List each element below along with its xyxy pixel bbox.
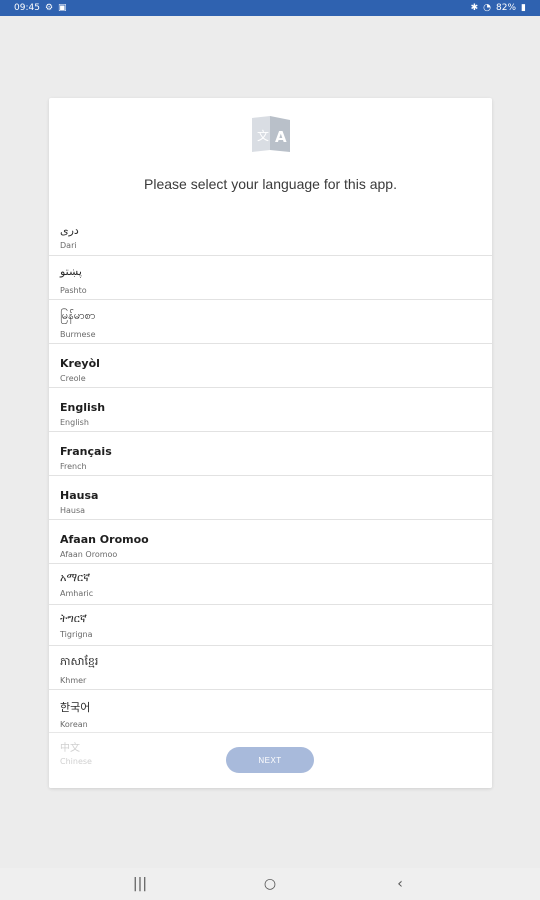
native-name: 한국어 — [60, 701, 91, 714]
language-item-hausa[interactable]: Hausa Hausa — [49, 476, 492, 520]
english-name: Afaan Oromoo — [60, 550, 118, 559]
wifi-icon: ◔ — [483, 3, 492, 13]
battery-level: 82% — [496, 3, 517, 13]
language-item-pashto[interactable]: پښتو Pashto — [49, 256, 492, 300]
english-name: Hausa — [60, 506, 86, 515]
language-item-english[interactable]: English English — [49, 388, 492, 432]
partial-language-english: Chinese — [60, 757, 92, 766]
back-icon[interactable]: ‹ — [390, 874, 410, 894]
native-name: Français — [60, 445, 112, 458]
language-list[interactable]: دری Dari پښتو Pashto မြန်မာစာ Burmese Kr… — [49, 218, 492, 732]
status-bar: 09:45 ⚙ ▣ ✱ ◔ 82% ▮ — [0, 0, 540, 16]
native-name: Hausa — [60, 489, 99, 502]
native-name: Kreyòl — [60, 357, 100, 370]
dialog-footer: 中文 Chinese NEXT — [49, 732, 492, 788]
english-name: Amharic — [60, 589, 94, 598]
recent-apps-icon[interactable]: ||| — [130, 874, 150, 894]
settings-icon: ⚙ — [44, 3, 54, 13]
native-name: دری — [60, 224, 79, 237]
language-item-korean[interactable]: 한국어 Korean — [49, 690, 492, 732]
translate-icon: 文 A — [252, 116, 290, 152]
english-name: French — [60, 462, 87, 471]
english-name: Korean — [60, 720, 88, 729]
english-name: Pashto — [60, 286, 87, 295]
native-name: မြန်မာစာ — [60, 309, 96, 322]
partial-language-native: 中文 — [60, 743, 80, 754]
language-item-burmese[interactable]: မြန်မာစာ Burmese — [49, 300, 492, 344]
svg-text:文: 文 — [257, 128, 269, 143]
language-item-amharic[interactable]: አማርኛ Amharic — [49, 564, 492, 605]
battery-icon: ▮ — [521, 3, 526, 13]
english-name: Khmer — [60, 676, 87, 685]
bluetooth-icon: ✱ — [470, 3, 479, 13]
native-name: English — [60, 401, 106, 414]
next-button[interactable]: NEXT — [226, 747, 314, 773]
english-name: Dari — [60, 241, 77, 250]
language-dialog: 文 A Please select your language for this… — [49, 98, 492, 788]
status-time: 09:45 — [14, 3, 40, 13]
native-name: ភាសាខ្មែរ — [60, 655, 99, 668]
system-nav-bar: ||| ○ ‹ — [0, 868, 540, 900]
native-name: ትግርኛ — [60, 612, 87, 625]
language-item-tigrigna[interactable]: ትግርኛ Tigrigna — [49, 605, 492, 646]
native-name: Afaan Oromoo — [60, 533, 149, 546]
prompt-text: Please select your language for this app… — [144, 176, 397, 192]
native-name: አማርኛ — [60, 571, 91, 584]
language-item-french[interactable]: Français French — [49, 432, 492, 476]
language-item-dari[interactable]: دری Dari — [49, 218, 492, 256]
home-icon[interactable]: ○ — [260, 874, 280, 894]
english-name: Burmese — [60, 330, 96, 339]
svg-text:A: A — [275, 128, 287, 146]
english-name: English — [60, 418, 89, 427]
language-item-khmer[interactable]: ភាសាខ្មែរ Khmer — [49, 646, 492, 690]
native-name: پښتو — [60, 265, 82, 278]
language-item-creole[interactable]: Kreyòl Creole — [49, 344, 492, 388]
language-item-afaan-oromoo[interactable]: Afaan Oromoo Afaan Oromoo — [49, 520, 492, 564]
english-name: Tigrigna — [60, 630, 93, 639]
image-icon: ▣ — [58, 3, 67, 13]
english-name: Creole — [60, 374, 86, 383]
